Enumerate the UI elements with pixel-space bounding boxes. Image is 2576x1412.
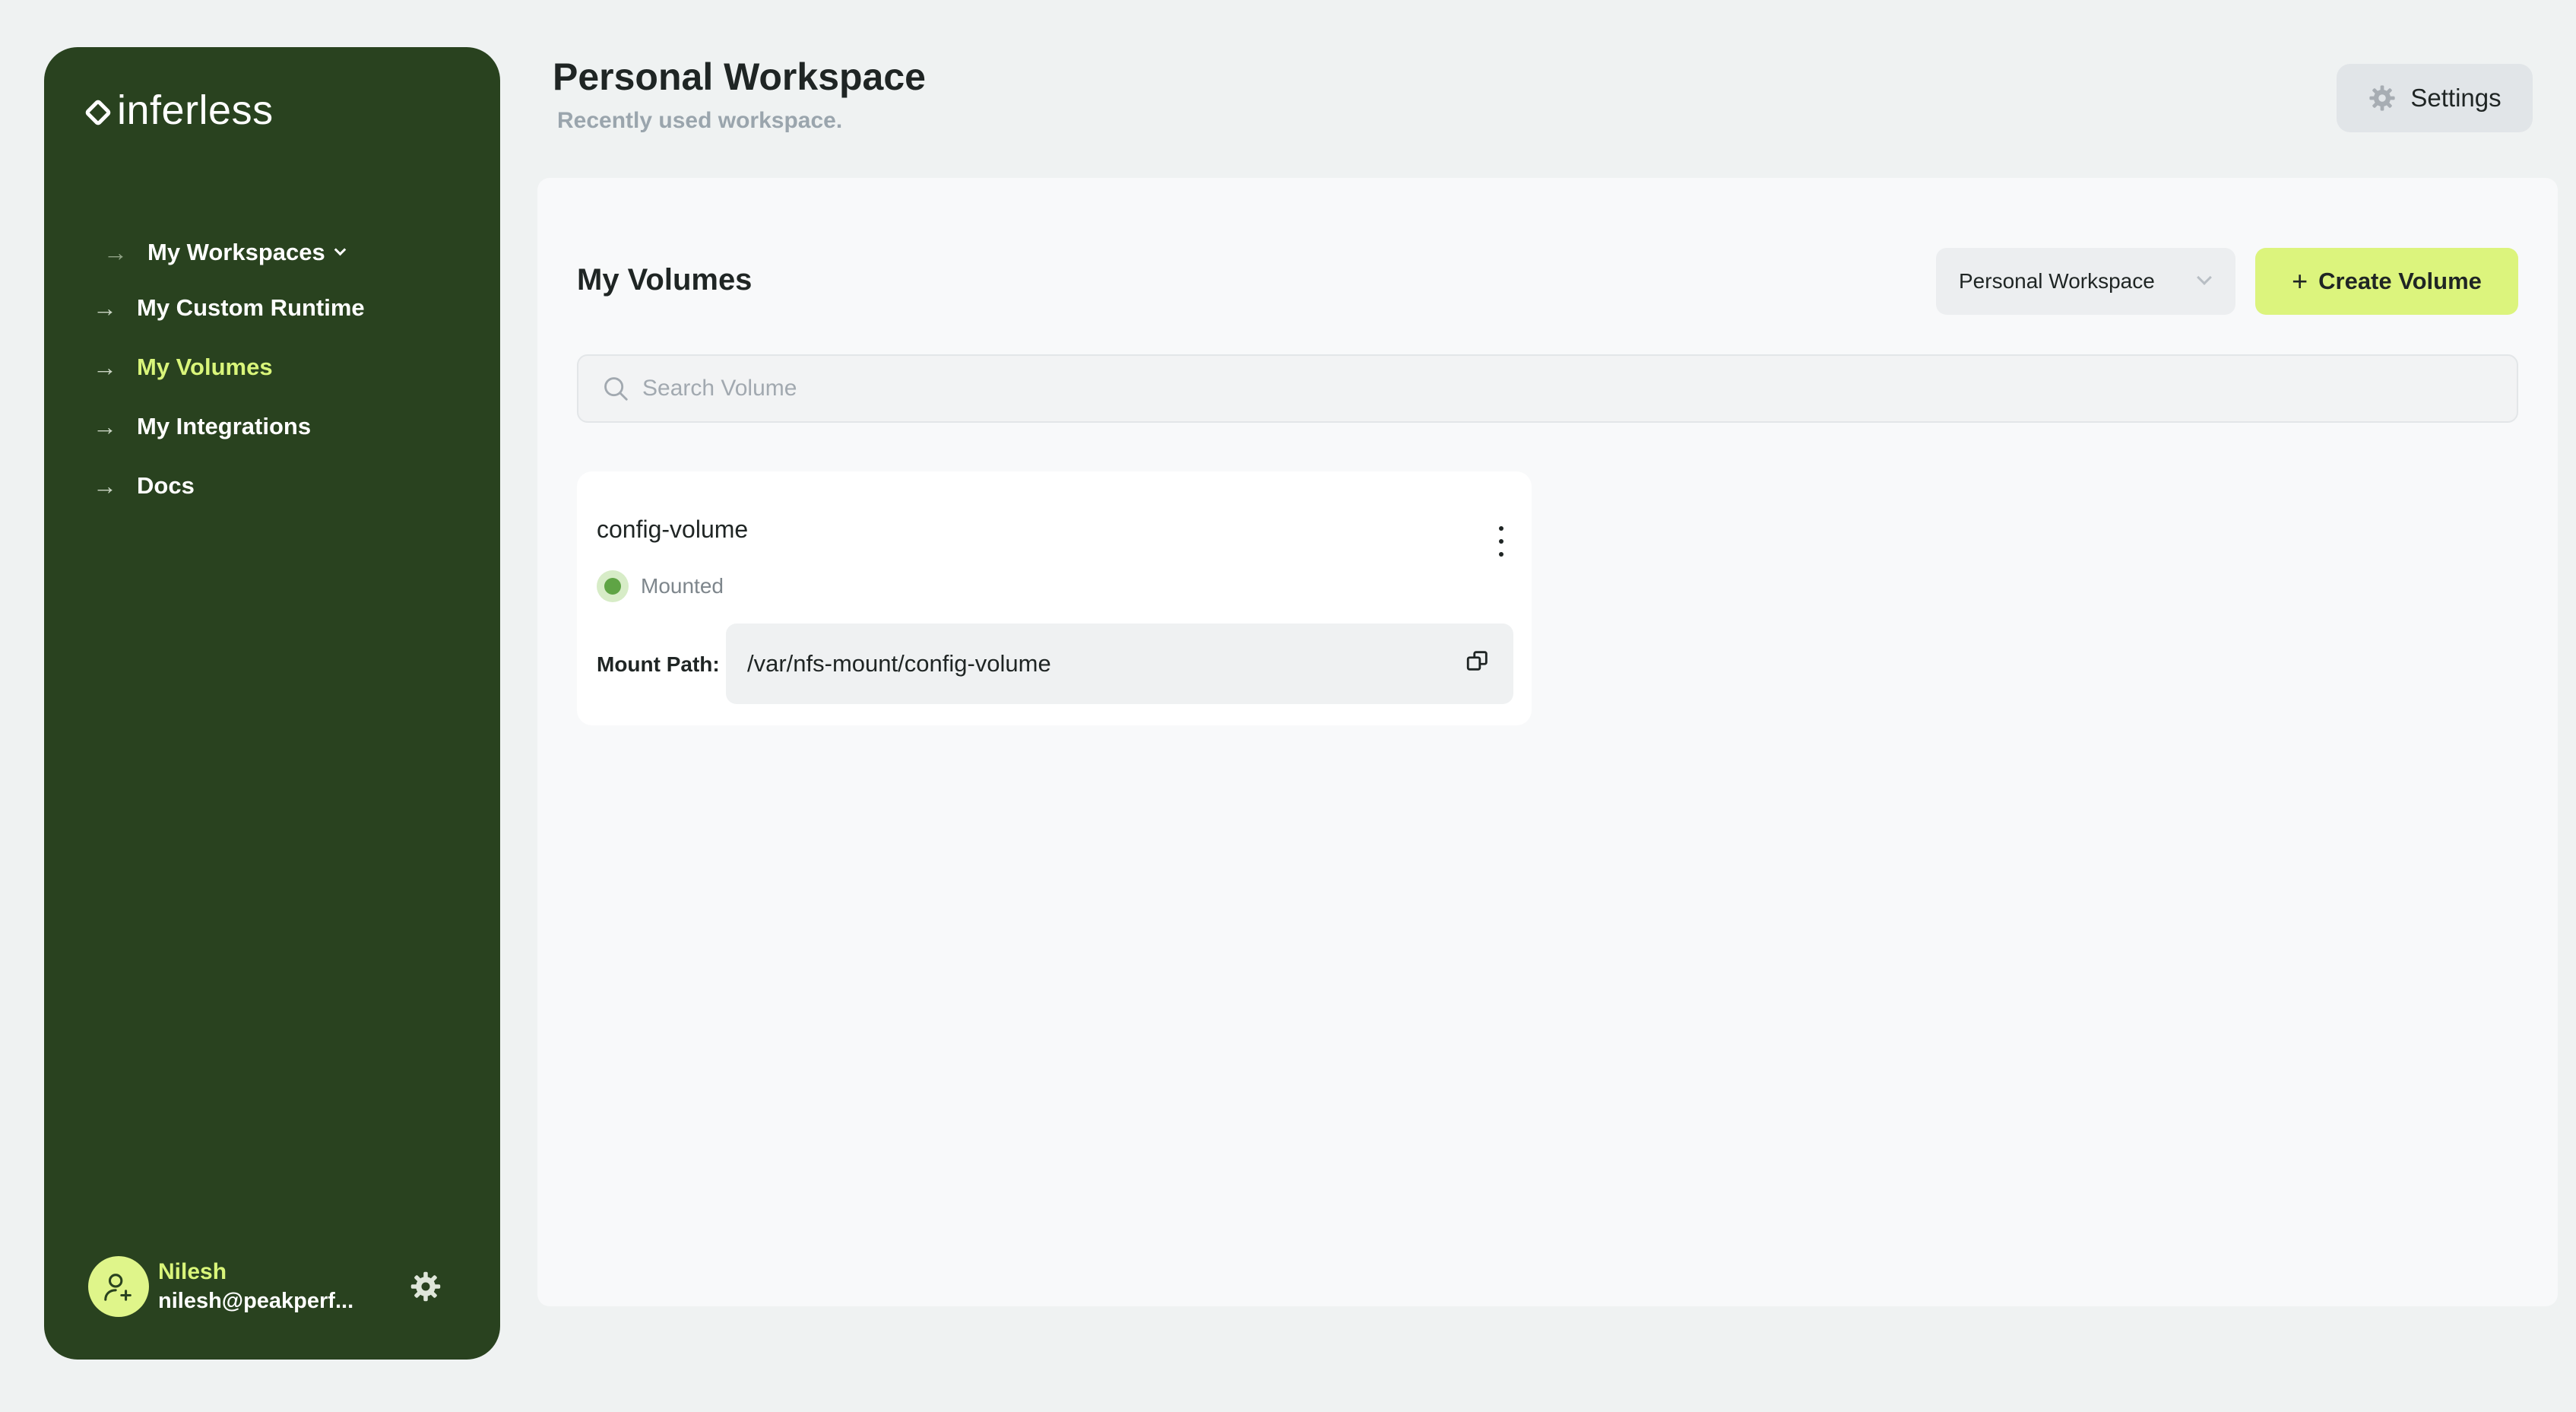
search-input[interactable]	[641, 375, 2465, 402]
status-dot-icon	[597, 570, 629, 602]
volume-name: config-volume	[597, 516, 749, 543]
arrow-right-icon: →	[93, 354, 117, 381]
sidebar-item-label: My Integrations	[137, 413, 312, 439]
settings-label: Settings	[2410, 84, 2502, 112]
status-badge: Mounted	[597, 570, 724, 602]
sidebar-item-integrations[interactable]: → My Integrations	[93, 397, 473, 456]
user-email: nilesh@peakperf...	[158, 1289, 354, 1313]
search-icon	[604, 377, 628, 401]
workspace-select-value: Personal Workspace	[1959, 269, 2155, 293]
gear-icon	[2369, 85, 2395, 111]
sidebar: inferless → My Workspaces → My Custom Ru…	[44, 47, 500, 1360]
mount-path-label: Mount Path:	[597, 652, 720, 676]
arrow-right-icon: →	[103, 239, 128, 266]
sidebar-nav: → My Workspaces → My Custom Runtime → My…	[93, 230, 473, 516]
chevron-down-icon	[2197, 270, 2212, 285]
more-options-icon[interactable]	[1494, 526, 1509, 557]
logo-mark-icon	[84, 98, 112, 127]
arrow-right-icon: →	[93, 294, 117, 322]
section-title: My Volumes	[577, 263, 753, 297]
sidebar-item-label: My Volumes	[137, 354, 273, 380]
mount-path-field: /var/nfs-mount/config-volume	[726, 624, 1513, 704]
page-title: Personal Workspace	[553, 56, 926, 98]
user-profile: Nilesh nilesh@peakperf...	[88, 1256, 468, 1317]
main-panel: My Volumes Personal Workspace + Create V…	[537, 178, 2558, 1306]
gear-icon[interactable]	[409, 1270, 442, 1303]
plus-icon: +	[2292, 265, 2308, 297]
mount-path-value: /var/nfs-mount/config-volume	[747, 650, 1051, 677]
sidebar-item-custom-runtime[interactable]: → My Custom Runtime	[93, 278, 473, 338]
arrow-right-icon: →	[93, 472, 117, 500]
create-volume-label: Create Volume	[2318, 268, 2482, 294]
copy-icon[interactable]	[1465, 648, 1491, 674]
workspaces-label: My Workspaces	[147, 239, 325, 265]
workspace-select[interactable]: Personal Workspace	[1936, 248, 2235, 315]
avatar[interactable]	[88, 1256, 149, 1317]
user-info: Nilesh nilesh@peakperf...	[158, 1258, 356, 1315]
sidebar-item-volumes[interactable]: → My Volumes	[93, 338, 473, 397]
chevron-down-icon	[334, 243, 347, 255]
search-bar	[577, 354, 2518, 423]
sidebar-item-label: My Custom Runtime	[137, 294, 365, 321]
brand-name: inferless	[117, 87, 274, 133]
add-user-icon	[104, 1274, 131, 1301]
user-name: Nilesh	[158, 1259, 227, 1284]
status-label: Mounted	[641, 574, 724, 598]
create-volume-button[interactable]: + Create Volume	[2255, 248, 2518, 315]
sidebar-item-label: Docs	[137, 472, 195, 499]
volume-card[interactable]: config-volume Mounted Mount Path: /var/n…	[577, 471, 1532, 725]
workspaces-dropdown[interactable]: → My Workspaces	[103, 230, 473, 275]
page-subtitle: Recently used workspace.	[557, 108, 843, 133]
sidebar-item-docs[interactable]: → Docs	[93, 456, 473, 516]
brand-logo[interactable]: inferless	[84, 87, 274, 134]
settings-button[interactable]: Settings	[2337, 64, 2533, 132]
arrow-right-icon: →	[93, 413, 117, 440]
